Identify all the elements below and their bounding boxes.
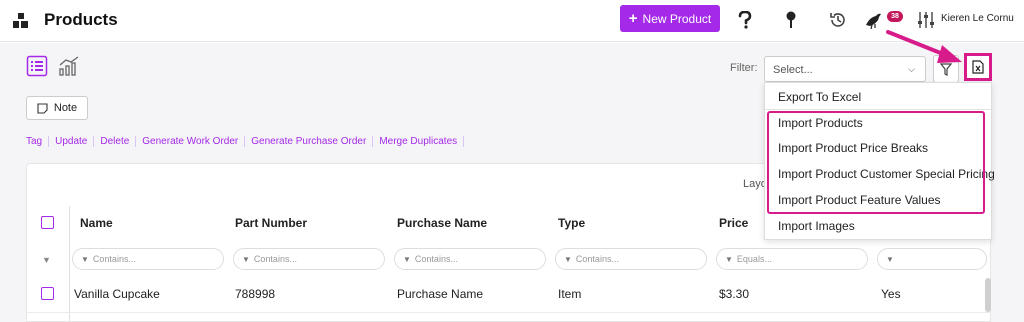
app-logo-icon[interactable] [12, 12, 30, 30]
filter-select-value: Select... [773, 64, 813, 76]
import-options-highlight [767, 111, 985, 214]
excel-file-icon [972, 60, 984, 74]
generate-work-order-action[interactable]: Generate Work Order [136, 136, 246, 147]
filter-funnel-icon: ▼ [564, 255, 572, 264]
pin-icon[interactable] [779, 8, 803, 32]
filter-funnel-icon: ▼ [403, 255, 411, 264]
menu-divider [765, 109, 991, 110]
filter-funnel-icon: ▼ [886, 255, 894, 264]
settings-sliders-icon[interactable] [914, 8, 938, 32]
filter-button[interactable] [933, 55, 959, 83]
filter-funnel-icon: ▼ [81, 255, 89, 264]
filter-price[interactable]: ▼ Equals... [716, 248, 868, 270]
filter-price-placeholder: Equals... [736, 254, 772, 264]
filter-part-number-placeholder: Contains... [253, 254, 297, 264]
row-filter-icon[interactable]: ▼ [42, 255, 51, 265]
column-divider [69, 206, 70, 322]
new-product-button[interactable]: + New Product [620, 5, 720, 32]
note-label: Note [53, 102, 78, 114]
filter-select[interactable]: Select... ⌵ [764, 56, 926, 82]
column-header-price[interactable]: Price [719, 216, 748, 230]
filter-part-number[interactable]: ▼ Contains... [233, 248, 385, 270]
merge-duplicates-action[interactable]: Merge Duplicates [373, 136, 465, 147]
tag-action[interactable]: Tag [26, 136, 50, 147]
filter-purchase-name[interactable]: ▼ Contains... [394, 248, 546, 270]
cell-purchase-name[interactable]: Purchase Name [397, 287, 483, 301]
note-button[interactable]: Note [26, 96, 88, 120]
cell-part-number[interactable]: 788998 [235, 287, 275, 301]
column-header-part-number[interactable]: Part Number [235, 216, 307, 230]
funnel-icon [940, 62, 952, 76]
filter-name-placeholder: Contains... [92, 254, 136, 264]
filter-purchase-name-placeholder: Contains... [414, 254, 458, 264]
top-bar: Products + New Product 38 Kieren Le Corn… [0, 0, 1024, 42]
list-view-icon[interactable] [26, 55, 48, 77]
cell-type[interactable]: Item [558, 287, 581, 301]
filter-label: Filter: [730, 62, 758, 74]
filter-type-placeholder: Contains... [575, 254, 619, 264]
cell-active[interactable]: Yes [881, 287, 901, 301]
delete-action[interactable]: Delete [94, 136, 137, 147]
column-header-type[interactable]: Type [558, 216, 585, 230]
cell-price[interactable]: $3.30 [719, 287, 749, 301]
menu-import-images[interactable]: Import Images [778, 219, 855, 233]
generate-purchase-order-action[interactable]: Generate Purchase Order [245, 136, 374, 147]
notification-badge: 38 [887, 11, 903, 22]
excel-button[interactable] [964, 53, 992, 81]
help-icon[interactable] [733, 8, 757, 32]
cell-name[interactable]: Vanilla Cupcake [74, 287, 160, 301]
user-name[interactable]: Kieren Le Cornu [941, 13, 1014, 24]
grid-scrollbar[interactable] [985, 278, 991, 312]
filter-type[interactable]: ▼ Contains... [555, 248, 707, 270]
bulk-actions-bar: Tag Update Delete Generate Work Order Ge… [26, 136, 465, 147]
new-product-label: New Product [642, 11, 712, 26]
filter-funnel-icon: ▼ [242, 255, 250, 264]
update-action[interactable]: Update [49, 136, 95, 147]
filter-extra[interactable]: ▼ [877, 248, 987, 270]
chart-view-icon[interactable] [58, 55, 80, 77]
filter-name[interactable]: ▼ Contains... [72, 248, 224, 270]
chevron-down-icon: ⌵ [908, 64, 915, 74]
plus-icon: + [628, 10, 638, 27]
menu-export-to-excel[interactable]: Export To Excel [778, 90, 861, 104]
column-header-purchase-name[interactable]: Purchase Name [397, 216, 487, 230]
row-checkbox[interactable] [41, 287, 54, 300]
page-title: Products [44, 10, 118, 29]
filter-funnel-icon: ▼ [725, 255, 733, 264]
history-icon[interactable] [826, 8, 850, 32]
crow-notifications-icon[interactable] [862, 8, 886, 32]
row-divider [26, 312, 991, 313]
column-header-name[interactable]: Name [80, 216, 113, 230]
select-all-checkbox[interactable] [41, 216, 54, 229]
note-icon [37, 102, 48, 114]
